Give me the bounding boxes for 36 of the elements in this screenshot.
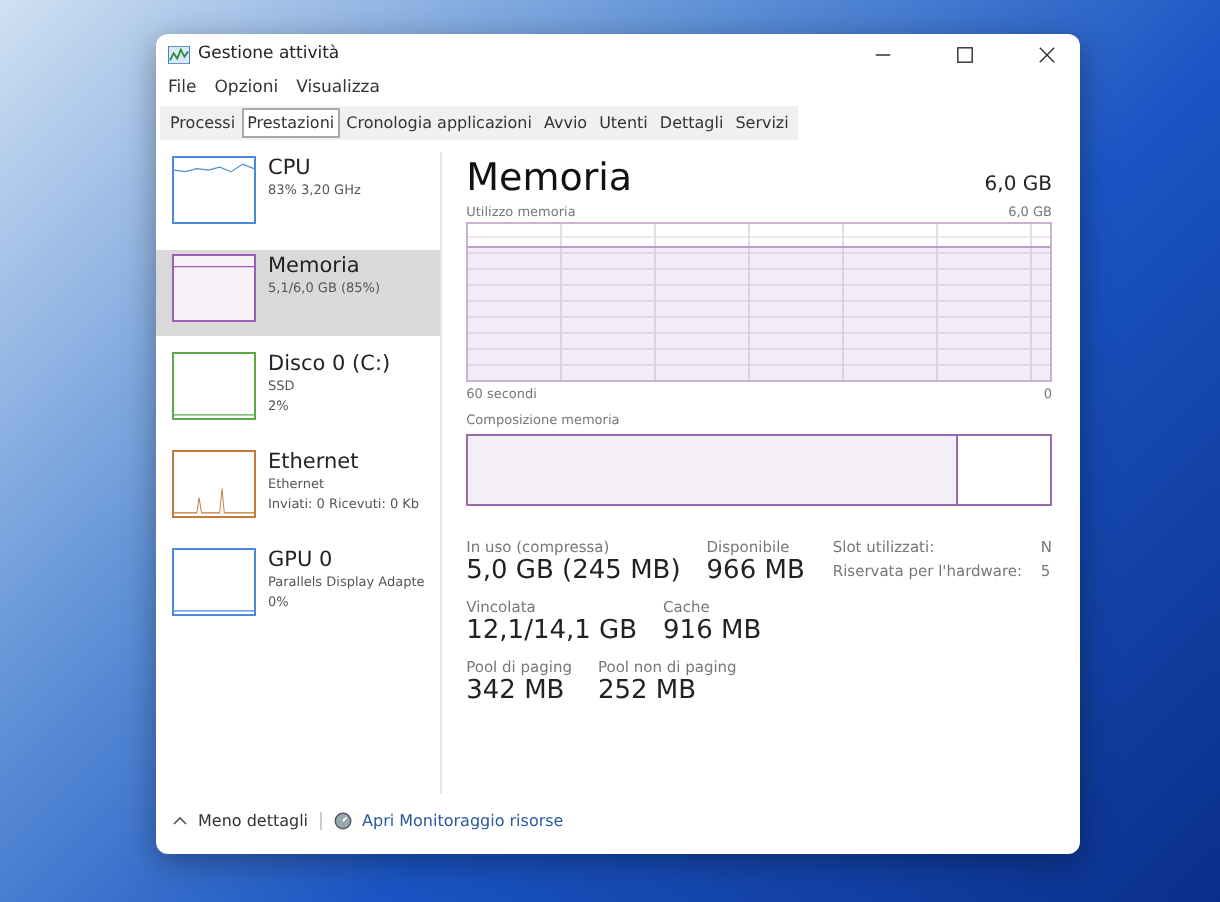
stat-value: 342 MB xyxy=(466,676,567,706)
sidebar-item-name: GPU 0 xyxy=(268,548,335,572)
sparkline-graph xyxy=(172,352,256,420)
menu-item[interactable]: File xyxy=(168,78,197,98)
resource-monitor-link[interactable]: Apri Monitoraggio risorse xyxy=(334,811,564,829)
detail-title: Memoria xyxy=(466,156,633,200)
tab[interactable]: Servizi xyxy=(729,108,795,138)
stat-value: 12,1/14,1 GB xyxy=(466,616,638,646)
maximize-icon[interactable] xyxy=(956,45,974,63)
stat-value: 916 MB xyxy=(663,616,762,646)
sparkline-graph xyxy=(172,450,256,518)
close-icon[interactable] xyxy=(1038,45,1056,63)
sidebar-item-name: Memoria xyxy=(268,254,362,278)
monitor-gauge-icon xyxy=(334,811,353,829)
window-title: Gestione attività xyxy=(198,44,340,64)
tab[interactable]: Processi xyxy=(164,108,242,138)
stat-value: 5,0 GB (245 MB) xyxy=(466,556,681,586)
tab[interactable]: Utenti xyxy=(593,108,654,138)
sparkline-graph xyxy=(172,156,256,224)
tab[interactable]: Prestazioni xyxy=(241,108,341,138)
tab[interactable]: Avvio xyxy=(537,108,594,138)
stat-value: 966 MB xyxy=(706,556,805,586)
fewer-details-button[interactable]: Meno dettagli xyxy=(172,811,309,829)
sparkline-graph xyxy=(172,548,256,616)
sidebar-item-name: Disco 0 (C:) xyxy=(268,352,391,376)
menu-item[interactable]: Visualizza xyxy=(296,78,380,98)
app-icon xyxy=(168,45,190,63)
sidebar-item-name: Ethernet xyxy=(268,450,361,474)
total-memory: 6,0 GB xyxy=(984,174,1052,196)
tab[interactable]: Dettagli xyxy=(653,108,730,138)
tab[interactable]: Cronologia applicazioni xyxy=(340,108,538,138)
stat-value: 252 MB xyxy=(597,676,699,706)
sidebar-item-name: CPU xyxy=(268,156,313,180)
sparkline-graph xyxy=(172,254,256,322)
caret-icon xyxy=(172,815,188,825)
menu-item[interactable]: Opzioni xyxy=(214,78,279,98)
